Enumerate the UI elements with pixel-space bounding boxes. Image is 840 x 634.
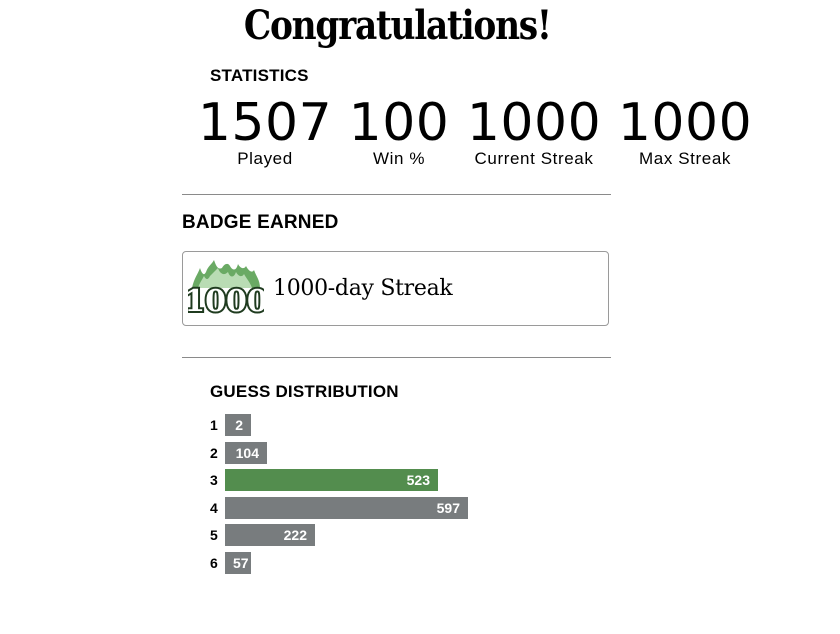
- stat-value: 1000: [617, 93, 753, 153]
- divider: [182, 357, 611, 358]
- guess-number: 5: [210, 527, 218, 543]
- guess-number: 3: [210, 472, 218, 488]
- guess-number: 1: [210, 417, 218, 433]
- statistics-heading: STATISTICS: [210, 66, 309, 85]
- guess-number: 4: [210, 499, 218, 516]
- flame-streak-badge-icon: 1000: [188, 260, 264, 318]
- distribution-bar: 523: [225, 469, 438, 491]
- stat-max-streak: 1000 Max Streak: [616, 96, 754, 168]
- guess-number: 6: [210, 554, 218, 571]
- distribution-bar: 2: [225, 414, 251, 436]
- badge-heading: BADGE EARNED: [182, 212, 339, 233]
- stat-played: 1507 Played: [196, 96, 334, 168]
- stat-label: Current Streak: [474, 149, 594, 168]
- stat-value: 1000: [466, 93, 602, 153]
- badge-icon-text: 1000: [188, 284, 264, 318]
- badge-name: 1000-day Streak: [273, 276, 453, 301]
- stat-value: 100: [348, 93, 450, 153]
- guess-distribution-heading: GUESS DISTRIBUTION: [210, 382, 399, 401]
- guess-number: 2: [210, 444, 218, 461]
- stat-current-streak: 1000 Current Streak: [464, 96, 604, 168]
- distribution-bar: 597: [225, 496, 468, 519]
- distribution-bar: 104: [225, 441, 267, 464]
- distribution-bar: 57: [225, 551, 251, 574]
- congratulations-title: Congratulations!: [243, 2, 552, 49]
- stat-value: 1507: [197, 93, 333, 153]
- distribution-bar: 222: [225, 524, 315, 546]
- badge-card[interactable]: 1000 1000-day Streak: [182, 251, 609, 326]
- divider: [182, 194, 611, 195]
- stat-win-percent: 100 Win %: [348, 96, 450, 168]
